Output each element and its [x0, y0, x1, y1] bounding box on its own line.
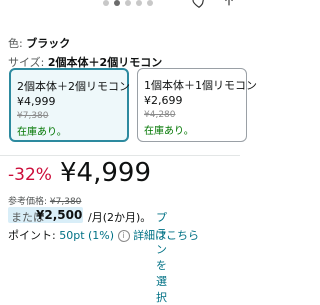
color-value: ブラック — [26, 37, 71, 50]
points-details-link[interactable]: 詳細はこちら — [133, 229, 199, 242]
reference-value: ¥7,380 — [49, 197, 82, 207]
size-option[interactable]: 1個本体＋1個リモコン ¥2,699 ¥4,280 在庫あり。 — [137, 68, 257, 142]
carousel-dot[interactable] — [125, 0, 131, 6]
carousel-dot[interactable] — [103, 0, 109, 6]
info-icon[interactable]: i — [117, 230, 130, 242]
installment-period: /月(2か月)。 — [88, 211, 152, 224]
heart-icon[interactable] — [192, 0, 206, 9]
share-icon[interactable] — [222, 0, 236, 10]
option-title: 2個本体＋2個リモコン — [17, 80, 130, 93]
select-plan-link[interactable]: プランを選択 — [156, 209, 168, 305]
carousel-dot-active[interactable] — [114, 0, 120, 6]
carousel-dot[interactable] — [147, 0, 153, 6]
points-value: 50pt — [59, 229, 85, 242]
points-row: ポイント: 50pt (1%) i 詳細はこちら — [8, 227, 199, 243]
current-price: ¥4,999 — [60, 158, 151, 188]
carousel-dot[interactable] — [136, 0, 142, 6]
option-price: ¥2,699 — [144, 94, 183, 107]
option-original-price: ¥7,380 — [17, 111, 49, 121]
points-label: ポイント: — [8, 229, 56, 242]
discount-percent: -32% — [8, 165, 52, 185]
option-title: 1個本体＋1個リモコン — [144, 79, 257, 92]
color-label: 色: — [8, 37, 23, 50]
image-carousel-header — [0, 0, 240, 20]
option-original-price: ¥4,280 — [144, 110, 176, 120]
currency-symbol: ¥ — [60, 158, 77, 188]
reference-price: 参考価格: ¥7,380 — [8, 194, 81, 207]
option-stock: 在庫あり。 — [144, 126, 194, 137]
price-value: 4,999 — [76, 158, 151, 188]
installment-amount: ¥2,500 — [36, 208, 83, 222]
points-percent: (1%) — [88, 229, 115, 242]
installment-row: または ¥2,500 /月(2か月)。 プランを選択 — [8, 207, 168, 304]
option-price: ¥4,999 — [17, 95, 56, 108]
carousel-dots — [103, 0, 153, 6]
divider — [0, 155, 240, 156]
size-option-selected[interactable]: 2個本体＋2個リモコン ¥4,999 ¥7,380 在庫あり。 — [9, 68, 130, 142]
reference-label: 参考価格: — [8, 197, 48, 207]
option-stock: 在庫あり。 — [17, 127, 67, 138]
color-row: 色: ブラック — [8, 35, 70, 51]
